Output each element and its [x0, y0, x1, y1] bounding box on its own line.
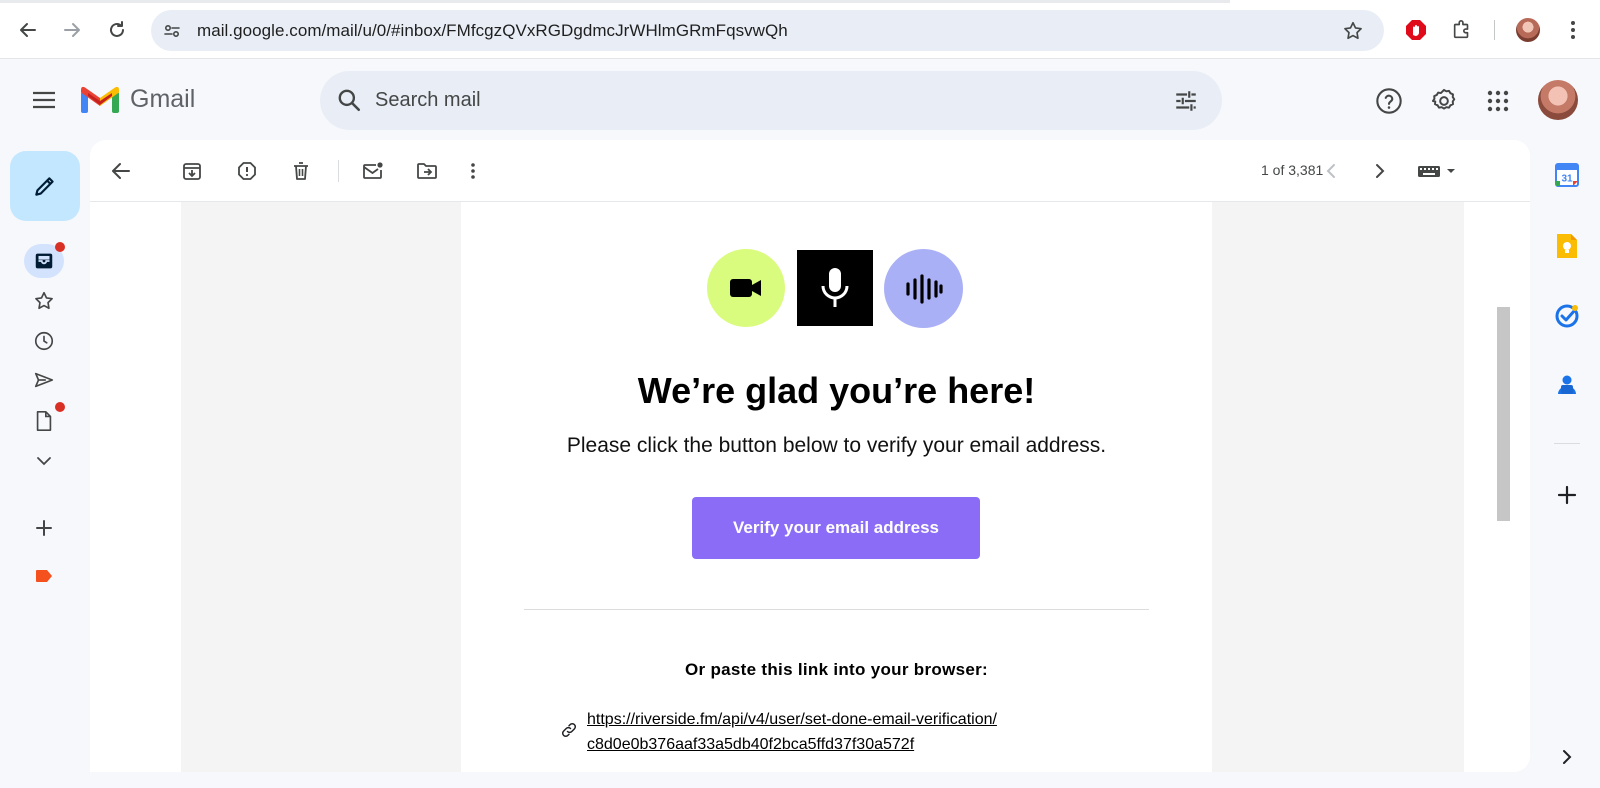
email-heading: We’re glad you’re here!: [637, 370, 1036, 411]
microphone-icon: [821, 268, 849, 307]
search-icon[interactable]: [336, 87, 362, 118]
snoozed-icon[interactable]: [24, 324, 64, 358]
bookmark-star-icon[interactable]: [1341, 19, 1365, 43]
contacts-icon[interactable]: [1550, 368, 1584, 402]
gmail-logo[interactable]: Gmail: [80, 84, 195, 114]
verification-link-line2[interactable]: c8d0e0b376aaf33a5db40f2bca5ffd37f30a572f: [587, 732, 997, 757]
microphone-square: [797, 250, 873, 326]
keyboard-icon[interactable]: [1415, 156, 1463, 186]
message-toolbar: 1 of 3,381: [90, 140, 1530, 202]
archive-icon[interactable]: [177, 156, 207, 186]
scrollbar-thumb[interactable]: [1497, 307, 1510, 521]
inbox-unread-dot: [55, 242, 65, 252]
sent-icon[interactable]: [24, 363, 64, 397]
verification-link-line1[interactable]: https://riverside.fm/api/v4/user/set-don…: [587, 707, 997, 732]
forward-icon[interactable]: [56, 14, 88, 46]
help-icon[interactable]: [1372, 84, 1406, 118]
search-input[interactable]: Search mail: [375, 89, 481, 112]
compose-icon: [35, 177, 54, 196]
search-options-icon[interactable]: [1173, 88, 1199, 119]
settings-icon[interactable]: [1427, 84, 1461, 118]
move-to-icon[interactable]: [412, 156, 442, 186]
extensions-icon[interactable]: [1446, 14, 1478, 46]
video-camera-icon: [730, 279, 761, 297]
add-label-icon[interactable]: [24, 511, 64, 545]
tab-strip-edge: [0, 0, 1230, 3]
divider: [524, 609, 1149, 610]
site-info-icon[interactable]: [160, 19, 184, 43]
newer-icon[interactable]: [1316, 156, 1346, 186]
inbox-icon: [35, 253, 53, 269]
mark-unread-icon[interactable]: [358, 156, 388, 186]
compose-button[interactable]: [10, 151, 80, 221]
audio-circle: [884, 249, 963, 328]
gmail-logo-text: Gmail: [130, 84, 196, 113]
drafts-dot: [55, 402, 65, 412]
apps-icon[interactable]: [1481, 84, 1515, 118]
gmail-header: Gmail Search mail: [0, 60, 1600, 140]
drafts-icon[interactable]: [24, 402, 65, 438]
reload-icon[interactable]: [101, 14, 133, 46]
keep-icon[interactable]: [1550, 229, 1584, 263]
video-circle: [707, 249, 785, 327]
label-icon[interactable]: [24, 559, 64, 593]
older-icon[interactable]: [1365, 156, 1395, 186]
url-text[interactable]: mail.google.com/mail/u/0/#inbox/FMfcgzQV…: [197, 21, 788, 41]
toolbar-separator: [338, 160, 339, 182]
account-avatar[interactable]: [1538, 80, 1578, 120]
pager-count: 1 of 3,381: [1261, 162, 1324, 178]
search-bar[interactable]: Search mail: [320, 71, 1222, 130]
email-card: We’re glad you’re here! Please click the…: [461, 202, 1212, 772]
more-icon[interactable]: [24, 444, 64, 478]
verification-link[interactable]: https://riverside.fm/api/v4/user/set-don…: [587, 707, 997, 757]
browser-menu-icon[interactable]: [1557, 14, 1589, 46]
delete-icon[interactable]: [286, 156, 316, 186]
browser-toolbar: mail.google.com/mail/u/0/#inbox/FMfcgzQV…: [0, 0, 1600, 59]
link-icon: [560, 721, 578, 744]
side-panel-divider: [1554, 443, 1580, 444]
address-bar[interactable]: mail.google.com/mail/u/0/#inbox/FMfcgzQV…: [151, 10, 1384, 51]
toolbar-divider: [1494, 20, 1495, 40]
back-icon[interactable]: [12, 14, 44, 46]
menu-icon[interactable]: [26, 82, 62, 118]
message-body: We’re glad you’re here! Please click the…: [90, 202, 1510, 772]
paste-link-label: Or paste this link into your browser:: [685, 660, 988, 679]
starred-icon[interactable]: [24, 284, 64, 318]
more-vert-icon[interactable]: [458, 156, 488, 186]
back-to-inbox-icon[interactable]: [106, 156, 136, 186]
chevron-right-icon[interactable]: [1550, 740, 1584, 774]
email-subtext: Please click the button below to verify …: [566, 434, 1107, 457]
calendar-day: 31: [1561, 174, 1573, 185]
inbox-nav[interactable]: [24, 242, 65, 278]
verify-email-button[interactable]: Verify your email address: [692, 497, 980, 559]
adblock-icon[interactable]: [1400, 14, 1432, 46]
profile-avatar[interactable]: [1516, 18, 1540, 42]
calendar-icon[interactable]: 31: [1550, 158, 1584, 192]
plus-icon[interactable]: [1550, 478, 1584, 512]
report-spam-icon[interactable]: [232, 156, 262, 186]
sound-wave-icon: [905, 273, 943, 304]
tasks-icon[interactable]: [1550, 299, 1584, 333]
